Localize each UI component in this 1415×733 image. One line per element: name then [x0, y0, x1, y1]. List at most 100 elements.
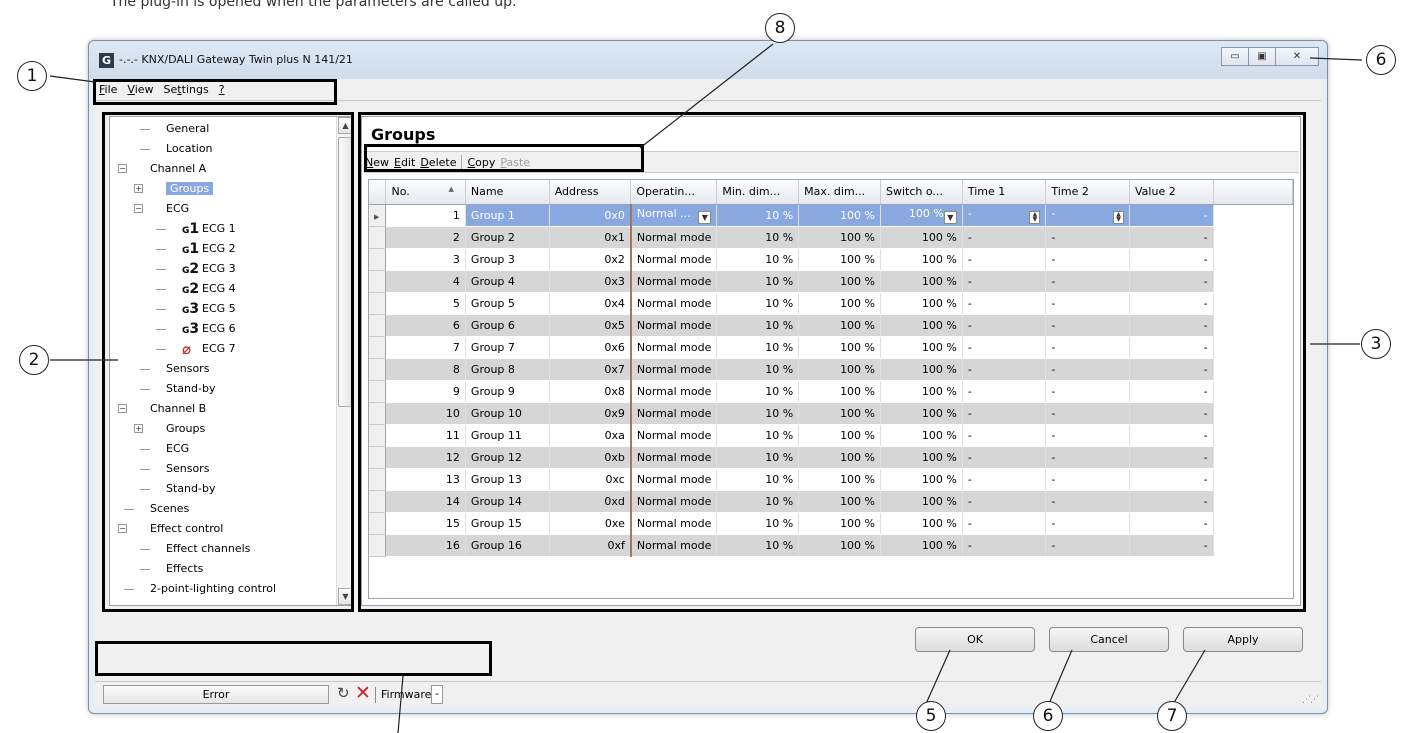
- cell-address[interactable]: 0xa: [549, 424, 632, 447]
- cell-value2[interactable]: -: [1129, 292, 1214, 315]
- cell-min[interactable]: 10 %: [716, 314, 800, 337]
- table-row[interactable]: 14 Group 14 0xd Normal mode 10 % 100 % 100 % - -…: [369, 490, 1293, 513]
- cell-mode[interactable]: ▼ Normal ...: [630, 204, 718, 227]
- cell-time1[interactable]: -: [962, 270, 1047, 293]
- cell-value2[interactable]: -: [1129, 512, 1214, 535]
- cell-time1[interactable]: -: [962, 248, 1047, 271]
- cell-time1[interactable]: -: [962, 226, 1047, 249]
- cell-no[interactable]: 6: [385, 314, 466, 337]
- table-row[interactable]: 6 Group 6 0x5 Normal mode 10 % 100 % 100 % - - -: [369, 314, 1293, 337]
- tree-item[interactable]: G3 ECG 5: [110, 299, 353, 319]
- row-header[interactable]: [369, 380, 387, 403]
- cell-time2[interactable]: -: [1045, 248, 1131, 271]
- resize-grip-icon[interactable]: ⋰⋰: [1302, 695, 1319, 705]
- cell-address[interactable]: 0xd: [549, 490, 632, 513]
- cell-time1[interactable]: -: [962, 336, 1047, 359]
- cell-name[interactable]: Group 11: [465, 424, 550, 447]
- cell-time2[interactable]: -: [1045, 270, 1131, 293]
- cell-switch[interactable]: 100 %: [880, 380, 963, 403]
- expand-icon[interactable]: +: [134, 184, 143, 193]
- column-header[interactable]: Value 2: [1129, 180, 1214, 205]
- cell-name[interactable]: Group 1: [465, 204, 550, 227]
- row-header[interactable]: [369, 468, 387, 491]
- table-row[interactable]: 7 Group 7 0x6 Normal mode 10 % 100 % 100 % - - -: [369, 336, 1293, 359]
- cell-switch[interactable]: 100 %: [880, 226, 963, 249]
- cell-min[interactable]: 10 %: [716, 534, 800, 557]
- cell-no[interactable]: 11: [385, 424, 466, 447]
- cell-min[interactable]: 10 %: [716, 468, 800, 491]
- scroll-down-button[interactable]: ▼: [338, 588, 353, 605]
- cell-address[interactable]: 0x2: [549, 248, 632, 271]
- row-header[interactable]: [369, 490, 387, 513]
- column-header[interactable]: No. ▲: [385, 180, 466, 205]
- cell-max[interactable]: 100 %: [798, 248, 882, 271]
- spinner-icon[interactable]: ▲ ▼: [1029, 210, 1041, 224]
- cell-min[interactable]: 10 %: [716, 270, 800, 293]
- cell-switch[interactable]: 100 %: [880, 402, 963, 425]
- cell-max[interactable]: 100 %: [798, 204, 882, 227]
- collapse-icon[interactable]: −: [118, 164, 127, 173]
- cell-min[interactable]: 10 %: [716, 292, 800, 315]
- tree-item[interactable]: Sensors: [110, 459, 353, 479]
- cell-switch[interactable]: 100 %: [880, 534, 963, 557]
- collapse-icon[interactable]: −: [134, 204, 143, 213]
- cell-min[interactable]: 10 %: [716, 204, 800, 227]
- column-header[interactable]: Time 2: [1045, 180, 1131, 205]
- cell-address[interactable]: 0x0: [549, 204, 632, 227]
- cell-time1[interactable]: -: [962, 314, 1047, 337]
- table-row[interactable]: 5 Group 5 0x4 Normal mode 10 % 100 % 100 % - - -: [369, 292, 1293, 315]
- tree-item[interactable]: + Groups: [110, 419, 353, 439]
- row-header[interactable]: [369, 336, 387, 359]
- cell-address[interactable]: 0x7: [549, 358, 632, 381]
- cell-no[interactable]: 16: [385, 534, 466, 557]
- ok-button[interactable]: OK: [915, 627, 1035, 652]
- cell-address[interactable]: 0x9: [549, 402, 632, 425]
- menu-help[interactable]: ?: [219, 83, 225, 96]
- cell-name[interactable]: Group 10: [465, 402, 550, 425]
- cell-min[interactable]: 10 %: [716, 248, 800, 271]
- cell-value2[interactable]: -: [1129, 270, 1214, 293]
- cell-time2[interactable]: -: [1045, 402, 1131, 425]
- apply-button[interactable]: Apply: [1183, 627, 1303, 652]
- cell-max[interactable]: 100 %: [798, 358, 882, 381]
- row-header[interactable]: [369, 358, 387, 381]
- cell-time2[interactable]: -: [1045, 534, 1131, 557]
- cell-mode[interactable]: Normal mode: [630, 468, 718, 491]
- cell-time2[interactable]: ▲ ▼ -: [1045, 204, 1131, 227]
- cell-address[interactable]: 0x5: [549, 314, 632, 337]
- tree-item[interactable]: − Channel A: [110, 159, 353, 179]
- cell-mode[interactable]: Normal mode: [630, 490, 718, 513]
- tree-item[interactable]: ⌀ ECG 7: [110, 339, 353, 359]
- row-header[interactable]: [369, 446, 387, 469]
- cell-no[interactable]: 12: [385, 446, 466, 469]
- cell-mode[interactable]: Normal mode: [630, 226, 718, 249]
- cell-switch[interactable]: 100 %: [880, 248, 963, 271]
- cell-time2[interactable]: -: [1045, 424, 1131, 447]
- menu-file[interactable]: File: [99, 83, 117, 96]
- close-button[interactable]: ✕: [1275, 47, 1319, 66]
- cell-switch[interactable]: 100 %: [880, 292, 963, 315]
- edit-button[interactable]: Edit: [394, 156, 415, 169]
- cell-mode[interactable]: Normal mode: [630, 534, 718, 557]
- cell-time1[interactable]: -: [962, 490, 1047, 513]
- tree-item[interactable]: ECG: [110, 439, 353, 459]
- cell-switch[interactable]: 100 %: [880, 468, 963, 491]
- row-header[interactable]: [369, 402, 387, 425]
- title-bar[interactable]: G -.-.- KNX/DALI Gateway Twin plus N 141…: [89, 41, 1327, 79]
- cell-min[interactable]: 10 %: [716, 402, 800, 425]
- dropdown-arrow-icon[interactable]: ▼: [943, 210, 957, 224]
- cell-max[interactable]: 100 %: [798, 226, 882, 249]
- cell-name[interactable]: Group 2: [465, 226, 550, 249]
- cell-time1[interactable]: -: [962, 380, 1047, 403]
- cell-max[interactable]: 100 %: [798, 424, 882, 447]
- table-row[interactable]: ▶ 1 Group 1 0x0 ▼ Normal ... 10 % 100 % ▼ 100 % ▲ ▼…: [369, 204, 1293, 227]
- column-header[interactable]: Operatin...: [630, 180, 718, 205]
- row-header[interactable]: [369, 424, 387, 447]
- cell-max[interactable]: 100 %: [798, 270, 882, 293]
- cell-value2[interactable]: -: [1129, 468, 1214, 491]
- cell-name[interactable]: Group 12: [465, 446, 550, 469]
- cell-time2[interactable]: -: [1045, 468, 1131, 491]
- row-header[interactable]: [369, 248, 387, 271]
- cell-value2[interactable]: -: [1129, 534, 1214, 557]
- cancel-button[interactable]: Cancel: [1049, 627, 1169, 652]
